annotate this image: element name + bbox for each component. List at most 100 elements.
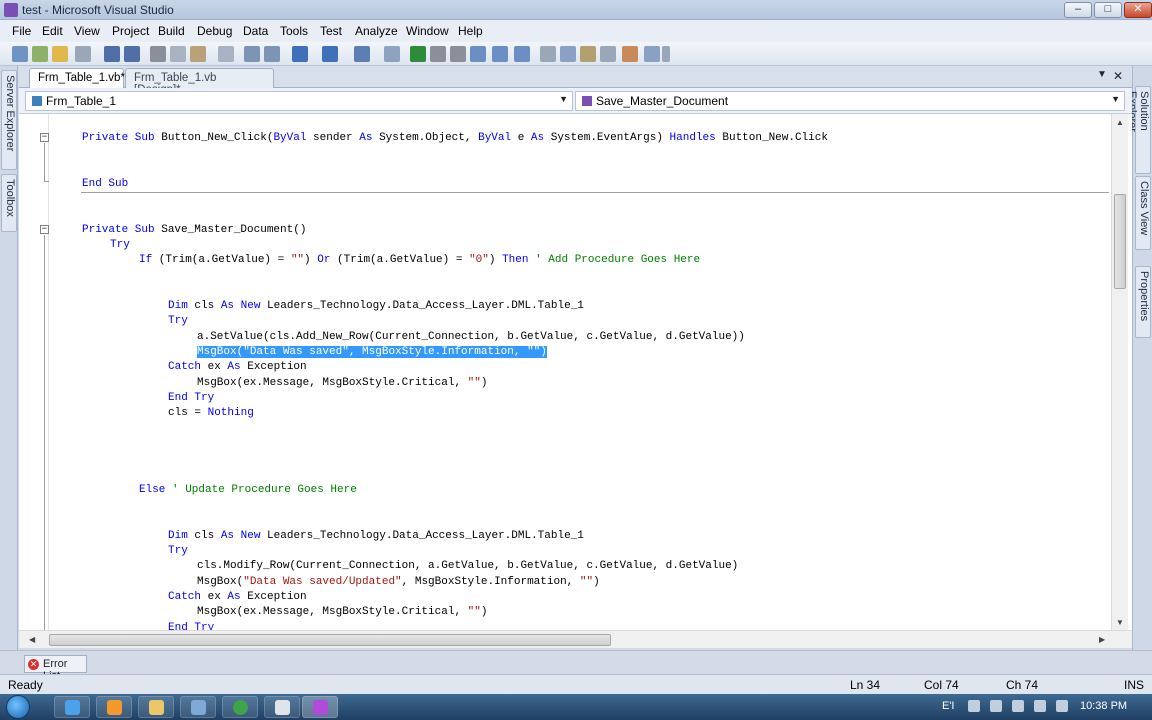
menu-tools[interactable]: Tools — [280, 24, 308, 38]
properties-tab[interactable]: Properties — [1135, 266, 1151, 338]
solution-explorer-icon[interactable] — [560, 46, 576, 62]
new-project-icon[interactable] — [12, 46, 28, 62]
maximize-button[interactable]: □ — [1094, 2, 1122, 18]
code-line[interactable]: MsgBox(ex.Message, MsgBoxStyle.Critical,… — [197, 376, 487, 390]
code-line[interactable]: Try — [168, 314, 188, 328]
code-line[interactable]: MsgBox(ex.Message, MsgBoxStyle.Critical,… — [197, 605, 487, 619]
menu-build[interactable]: Build — [158, 24, 185, 38]
volume-tray-icon[interactable] — [1034, 700, 1046, 712]
save-options-icon[interactable] — [75, 46, 91, 62]
stop-debugging-icon[interactable] — [450, 46, 466, 62]
code-line[interactable]: Catch ex As Exception — [168, 590, 307, 604]
menu-test[interactable]: Test — [320, 24, 342, 38]
step-into-icon[interactable] — [470, 46, 486, 62]
menu-analyze[interactable]: Analyze — [355, 24, 398, 38]
menu-window[interactable]: Window — [406, 24, 449, 38]
menu-debug[interactable]: Debug — [197, 24, 232, 38]
method-name-dropdown[interactable]: Save_Master_Document ▼ — [575, 91, 1125, 111]
taskbar-recorder[interactable] — [222, 696, 258, 718]
horizontal-scroll-thumb[interactable] — [49, 634, 611, 646]
class-name-dropdown[interactable]: Frm_Table_1 ▼ — [25, 91, 573, 111]
menu-edit[interactable]: Edit — [42, 24, 63, 38]
tray-app-icon[interactable] — [968, 700, 980, 712]
menu-data[interactable]: Data — [243, 24, 268, 38]
close-window-button[interactable]: ✕ — [1124, 2, 1152, 18]
taskbar-app[interactable] — [180, 696, 216, 718]
vertical-scrollbar[interactable]: ▲ ▼ — [1111, 114, 1128, 630]
solution-explorer-tab[interactable]: Solution Explorer — [1126, 86, 1151, 174]
tab-frm-table-1-design[interactable]: Frm_Table_1.vb [Design]* — [125, 68, 274, 96]
network-tray-icon[interactable] — [1012, 700, 1024, 712]
save-all-icon[interactable] — [124, 46, 140, 62]
tab-dropdown-icon[interactable]: ▼ — [1097, 69, 1107, 80]
taskbar-media-player[interactable] — [96, 696, 132, 718]
toolbox-tab[interactable]: Toolbox — [1, 174, 17, 232]
copy-icon[interactable] — [170, 46, 186, 62]
redo-icon[interactable] — [322, 46, 338, 62]
scroll-down-icon[interactable]: ▼ — [1116, 618, 1124, 627]
menu-file[interactable]: File — [12, 24, 31, 38]
code-line[interactable]: If (Trim(a.GetValue) = "") Or (Trim(a.Ge… — [139, 253, 700, 267]
menu-project[interactable]: Project — [112, 24, 149, 38]
code-line[interactable]: cls = Nothing — [168, 406, 254, 420]
server-explorer-tab[interactable]: Server Explorer — [1, 70, 17, 170]
code-line[interactable]: Private Sub Save_Master_Document() — [82, 223, 306, 237]
taskbar-notepad[interactable] — [264, 696, 300, 718]
find-icon[interactable] — [540, 46, 556, 62]
start-debugging-icon[interactable] — [410, 46, 426, 62]
scroll-up-icon[interactable]: ▲ — [1116, 118, 1124, 127]
step-over-icon[interactable] — [492, 46, 508, 62]
code-line[interactable]: Dim cls As New Leaders_Technology.Data_A… — [168, 299, 584, 313]
code-line[interactable]: a.SetValue(cls.Add_New_Row(Current_Conne… — [197, 330, 745, 344]
debug-config-icon[interactable] — [384, 46, 400, 62]
code-line[interactable]: End Try — [168, 391, 214, 405]
comment-icon[interactable] — [244, 46, 260, 62]
code-line[interactable]: Dim cls As New Leaders_Technology.Data_A… — [168, 529, 584, 543]
code-line[interactable]: Try — [110, 238, 130, 252]
print-icon[interactable] — [218, 46, 234, 62]
menu-view[interactable]: View — [74, 24, 100, 38]
start-button[interactable] — [6, 695, 30, 719]
scroll-left-icon[interactable]: ◀ — [29, 635, 35, 644]
save-icon[interactable] — [104, 46, 120, 62]
taskbar-ie[interactable] — [54, 696, 90, 718]
vertical-scroll-thumb[interactable] — [1114, 194, 1126, 289]
add-item-icon[interactable] — [32, 46, 48, 62]
break-all-icon[interactable] — [430, 46, 446, 62]
code-line[interactable]: Else ' Update Procedure Goes Here — [139, 483, 357, 497]
taskbar-explorer[interactable] — [138, 696, 174, 718]
code-line[interactable]: End Sub — [82, 177, 128, 191]
horizontal-scrollbar[interactable]: ◀ ▶ — [19, 630, 1132, 648]
class-view-tab[interactable]: Class View — [1135, 176, 1151, 250]
scroll-right-icon[interactable]: ▶ — [1099, 635, 1105, 644]
code-line[interactable]: Catch ex As Exception — [168, 360, 307, 374]
code-line[interactable]: Try — [168, 544, 188, 558]
tray-flag-icon[interactable] — [990, 700, 1002, 712]
language-indicator[interactable]: E'I — [942, 700, 955, 712]
toolbox-icon[interactable] — [622, 46, 638, 62]
properties-icon[interactable] — [580, 46, 596, 62]
power-tray-icon[interactable] — [1056, 700, 1068, 712]
minimize-button[interactable]: – — [1064, 2, 1092, 18]
taskbar-visual-studio[interactable] — [302, 696, 338, 718]
tools-icon[interactable] — [600, 46, 616, 62]
tab-frm-table-1-code[interactable]: Frm_Table_1.vb* — [29, 68, 125, 88]
paste-icon[interactable] — [190, 46, 206, 62]
open-file-icon[interactable] — [52, 46, 68, 62]
selected-code-line[interactable]: MsgBox("Data Was saved", MsgBoxStyle.Inf… — [197, 345, 547, 359]
cut-icon[interactable] — [150, 46, 166, 62]
code-line[interactable]: Private Sub Button_New_Click(ByVal sende… — [82, 131, 828, 145]
step-out-icon[interactable] — [514, 46, 530, 62]
close-tab-icon[interactable]: ✕ — [1113, 69, 1123, 83]
uncomment-icon[interactable] — [264, 46, 280, 62]
clock[interactable]: 10:38 PM — [1080, 700, 1127, 712]
code-editor[interactable]: − − Private Sub Button_New_Click(ByVal s… — [19, 114, 1132, 630]
error-list-tab[interactable]: ✕ Error List — [24, 655, 87, 682]
start-page-icon[interactable] — [644, 46, 660, 62]
code-line[interactable]: End Try — [168, 621, 214, 630]
navigate-icon[interactable] — [354, 46, 370, 62]
code-line[interactable]: MsgBox("Data Was saved/Updated", MsgBoxS… — [197, 575, 600, 589]
undo-icon[interactable] — [292, 46, 308, 62]
toolbar-overflow-icon[interactable] — [662, 46, 670, 62]
code-line[interactable]: cls.Modify_Row(Current_Connection, a.Get… — [197, 559, 738, 573]
